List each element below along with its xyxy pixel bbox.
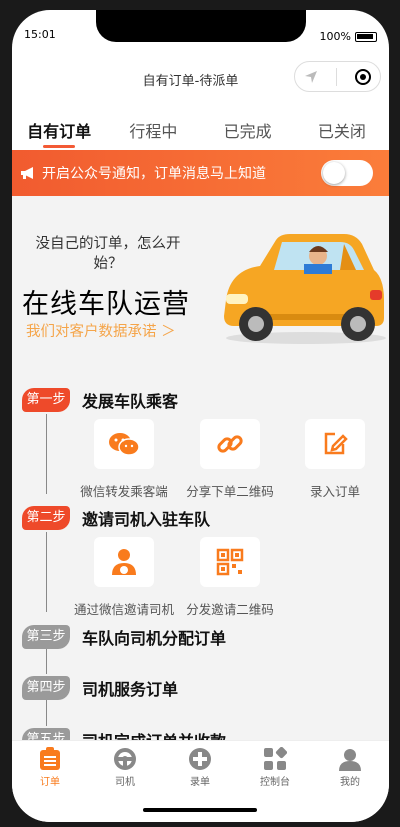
enter-order-label: 录入订单	[309, 484, 360, 499]
location-arrow-icon[interactable]	[303, 69, 319, 85]
car-illustration	[224, 234, 386, 344]
phone-screen: 15:01 100% 自有订单-待派单 自有订单 行程中 已完成 已关闭 开启公…	[12, 10, 389, 822]
step-3-badge: 第三步	[22, 625, 70, 649]
step-1: 第一步 发展车队乘客	[22, 386, 178, 414]
battery-icon	[355, 31, 377, 42]
hero-title: 在线车队运营	[22, 289, 190, 320]
megaphone-icon	[21, 167, 33, 179]
driver-icon	[112, 549, 136, 575]
plus-circle-icon	[189, 748, 211, 770]
step-connector	[46, 414, 47, 494]
battery-percent: 100%	[319, 30, 351, 43]
share-qrcode-label: 分享下单二维码	[186, 484, 274, 499]
mini-program-capsule	[294, 61, 381, 92]
tabbar-label-console: 控制台	[260, 777, 290, 788]
notification-toggle[interactable]	[321, 160, 373, 186]
step-1-badge: 第一步	[22, 388, 70, 412]
step-connector	[46, 700, 47, 726]
main-content: 没自己的订单，怎么开始？ 在线车队运营 我们对客户数据承诺 ＞ 第一步 发展车队…	[12, 196, 389, 740]
step-2-text: 邀请司机入驻车队	[82, 510, 211, 529]
distribute-qrcode-button[interactable]	[200, 537, 260, 587]
capsule-divider	[335, 67, 337, 86]
share-qrcode-button[interactable]	[200, 419, 260, 469]
step-3: 第三步 车队向司机分配订单	[22, 623, 226, 651]
link-icon	[217, 435, 243, 453]
tabbar-label-add-order: 录单	[190, 777, 210, 788]
step-2-badge: 第二步	[22, 506, 70, 530]
order-tabs: 自有订单 行程中 已完成 已关闭	[12, 110, 389, 150]
nav-bar: 自有订单-待派单	[12, 54, 389, 106]
step-4-text: 司机服务订单	[82, 680, 179, 699]
bottom-tab-bar: 订单 司机 录单 控制台 我的	[12, 740, 389, 822]
notification-banner: 开启公众号通知，订单消息马上知道	[12, 150, 389, 196]
tabbar-label-orders: 订单	[40, 777, 60, 788]
tabbar-label-drivers: 司机	[115, 777, 135, 788]
clipboard-icon	[40, 747, 60, 770]
tabbar-item-add-order[interactable]: 录单	[170, 747, 230, 788]
home-indicator	[143, 808, 257, 812]
step-4-badge: 第四步	[22, 676, 70, 700]
wechat-forward-button[interactable]	[94, 419, 154, 469]
close-target-icon[interactable]	[354, 68, 372, 86]
status-battery: 100%	[320, 30, 377, 43]
enter-order-button[interactable]	[305, 419, 365, 469]
status-time: 15:01	[24, 28, 56, 41]
step-5: 第五步 司机完成订单并收款	[22, 726, 226, 740]
tabbar-label-me: 我的	[340, 777, 360, 788]
dashboard-icon	[264, 747, 287, 770]
tab-closed[interactable]: 已关闭	[295, 110, 389, 150]
step-4: 第四步 司机服务订单	[22, 674, 178, 702]
tab-in-progress[interactable]: 行程中	[106, 110, 200, 150]
notch	[96, 10, 306, 42]
step-connector	[46, 648, 47, 674]
hero-question: 没自己的订单，怎么开始？	[35, 236, 181, 272]
tabbar-item-drivers[interactable]: 司机	[95, 747, 155, 788]
tabbar-item-orders[interactable]: 订单	[20, 747, 80, 788]
step-2: 第二步 邀请司机入驻车队	[22, 504, 210, 532]
wechat-forward-label: 微信转发乘客端	[80, 484, 168, 499]
invite-driver-wechat-button[interactable]	[94, 537, 154, 587]
edit-icon	[324, 432, 348, 455]
distribute-qrcode-label: 分发邀请二维码	[186, 602, 274, 617]
data-promise-link[interactable]: 我们对客户数据承诺 ＞	[26, 320, 176, 341]
tab-own-orders[interactable]: 自有订单	[12, 110, 106, 150]
invite-driver-wechat-label: 通过微信邀请司机	[73, 602, 174, 617]
wechat-icon	[109, 433, 140, 456]
steering-wheel-icon	[114, 748, 136, 770]
user-icon	[339, 749, 361, 771]
tabbar-item-me[interactable]: 我的	[320, 747, 380, 788]
tab-completed[interactable]: 已完成	[201, 110, 295, 150]
step-1-text: 发展车队乘客	[82, 392, 179, 411]
step-connector	[46, 532, 47, 612]
step-5-badge: 第五步	[22, 728, 70, 740]
qrcode-icon	[216, 548, 244, 576]
step-5-text: 司机完成订单并收款	[82, 728, 226, 740]
notification-text: 开启公众号通知，订单消息马上知道	[42, 166, 266, 182]
toggle-knob	[323, 162, 345, 184]
tabbar-item-console[interactable]: 控制台	[245, 747, 305, 788]
step-3-text: 车队向司机分配订单	[82, 629, 227, 648]
